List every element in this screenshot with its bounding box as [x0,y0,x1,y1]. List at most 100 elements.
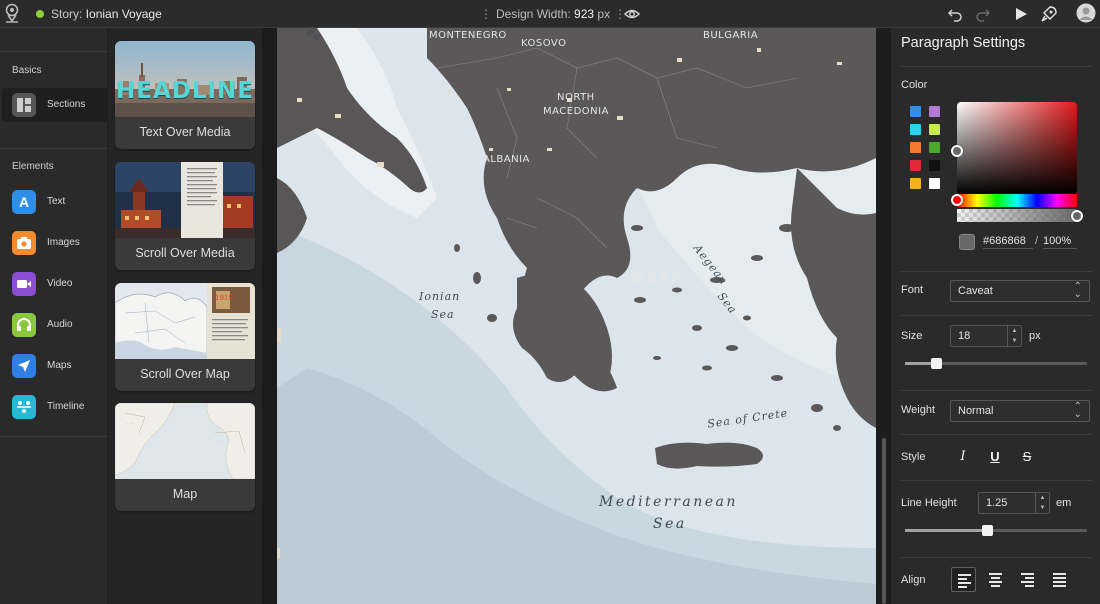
italic-button[interactable]: I [951,446,975,468]
undo-icon[interactable] [946,5,964,23]
card-scroll-over-map[interactable]: 1919 Scroll Over Map [115,283,255,391]
map-label-greece: GREE [633,272,684,287]
underline-button[interactable]: U [983,446,1007,468]
publish-rocket-icon[interactable] [1040,5,1058,23]
color-swatch[interactable] [929,142,940,153]
weight-label: Weight [901,404,936,416]
divider [901,390,1092,391]
line-height-label: Line Height [901,497,957,509]
map-label-north-macedonia-2: MACEDONIA [543,106,609,117]
size-unit: px [1029,330,1041,342]
element-rail: Basics Sections Elements A Text Images V… [0,28,108,604]
hue-handle[interactable] [951,194,963,206]
text-over-media-thumbnail: HEADLINE [115,41,255,117]
opacity-slider[interactable] [957,209,1077,222]
align-justify-button[interactable] [1047,567,1072,592]
divider [0,51,107,52]
color-swatch[interactable] [929,124,940,135]
divider [0,148,107,149]
color-swatch[interactable] [910,160,921,171]
panel-divider[interactable] [262,28,277,604]
scroll-over-media-thumbnail [115,162,255,238]
font-select[interactable]: Caveat ⌃ ⌄ [950,280,1090,302]
color-swatch[interactable] [929,160,940,171]
redo-icon[interactable] [974,5,992,23]
svg-text:· · ·: · · · [127,421,133,426]
rail-item-maps[interactable]: Maps [2,349,108,383]
card-scroll-over-media[interactable]: Scroll Over Media [115,162,255,270]
color-swatch[interactable] [929,106,940,117]
card-map[interactable]: · · · · · Map [115,403,255,511]
panel-title: Paragraph Settings [901,35,1026,51]
size-label: Size [901,330,923,342]
opacity-input[interactable]: 100% [1043,235,1077,249]
user-avatar[interactable] [1076,3,1096,23]
line-height-stepper-icon[interactable]: ▲ ▼ [1035,493,1049,513]
line-height-value: 1.25 [986,497,1008,509]
align-left-button[interactable] [951,567,976,592]
camera-icon [12,231,36,255]
font-label: Font [901,284,924,296]
scrollbar-thumb[interactable] [882,438,886,604]
card-caption: Text Over Media [139,125,231,139]
card-caption: Scroll Over Map [140,367,230,381]
saturation-handle[interactable] [951,145,963,157]
size-slider-handle[interactable] [931,358,942,369]
map-label-mediterranean-sea-2: Sea [653,516,687,532]
rail-item-text[interactable]: A Text [2,185,108,219]
weight-value: Normal [958,405,994,417]
rail-item-audio[interactable]: Audio [2,308,108,342]
card-text-over-media[interactable]: HEADLINE Text Over Media [115,41,255,149]
align-right-button[interactable] [1015,567,1040,592]
hex-input[interactable]: #686868 [983,235,1033,249]
eye-icon[interactable] [623,5,641,23]
color-swatch[interactable] [910,178,921,189]
select-chevron-icon: ⌃ ⌄ [1073,281,1082,300]
size-stepper-icon[interactable]: ▲ ▼ [1007,326,1021,346]
map-canvas[interactable]: MONTENEGRO KOSOVO BULGARIA NORTH MACEDON… [277,28,876,604]
current-color-chip[interactable] [959,234,975,250]
video-icon [12,272,36,296]
line-height-slider-handle[interactable] [982,525,993,536]
line-height-input[interactable]: 1.25 ▲ ▼ [978,492,1050,514]
line-height-slider-fill [905,529,987,532]
story-prefix: Story: [51,7,83,21]
card-caption: Map [172,487,198,501]
divider [901,66,1092,67]
paragraph-settings-panel: Paragraph Settings Color #686868 / 100% … [891,28,1100,604]
rail-item-timeline[interactable]: Timeline [2,390,108,424]
rail-item-sections[interactable]: Sections [2,88,108,122]
align-center-button[interactable] [983,567,1008,592]
size-slider[interactable] [905,358,1087,369]
opacity-handle[interactable] [1071,210,1083,222]
map-label-north-macedonia: NORTH [557,92,595,103]
font-value: Caveat [958,285,993,297]
text-icon: A [12,190,36,214]
kebab-left-icon[interactable]: ⋮ [480,7,492,21]
hue-slider[interactable] [957,194,1077,207]
preview-play-icon[interactable] [1012,5,1030,23]
design-width-control[interactable]: ⋮ Design Width: 923 px ⋮ [476,7,630,21]
strikethrough-button[interactable]: S [1015,446,1039,468]
story-title[interactable]: Story: Ionian Voyage [51,7,162,21]
divider [901,271,1092,272]
weight-select[interactable]: Normal ⌃ ⌄ [950,400,1090,422]
color-swatch[interactable] [929,178,940,189]
rail-item-label: Images [47,237,80,248]
scroll-over-map-thumbnail: 1919 [115,283,255,359]
rail-item-video[interactable]: Video [2,267,108,301]
divider [901,557,1092,558]
navigation-arrow-icon [12,354,36,378]
color-swatch[interactable] [910,124,921,135]
size-input[interactable]: 18 ▲ ▼ [950,325,1022,347]
canvas-scrollbar[interactable] [876,28,891,604]
line-height-slider[interactable] [905,525,1087,536]
line-height-unit: em [1056,497,1072,509]
color-swatch[interactable] [910,142,921,153]
rail-item-images[interactable]: Images [2,226,108,260]
story-editor: Story: Ionian Voyage ⋮ Design Width: 923 … [0,0,1100,604]
map-pin-logo-icon[interactable] [4,3,20,23]
color-saturation-picker[interactable] [957,102,1077,194]
color-swatch[interactable] [910,106,921,117]
map-label-montenegro: MONTENEGRO [429,30,507,41]
